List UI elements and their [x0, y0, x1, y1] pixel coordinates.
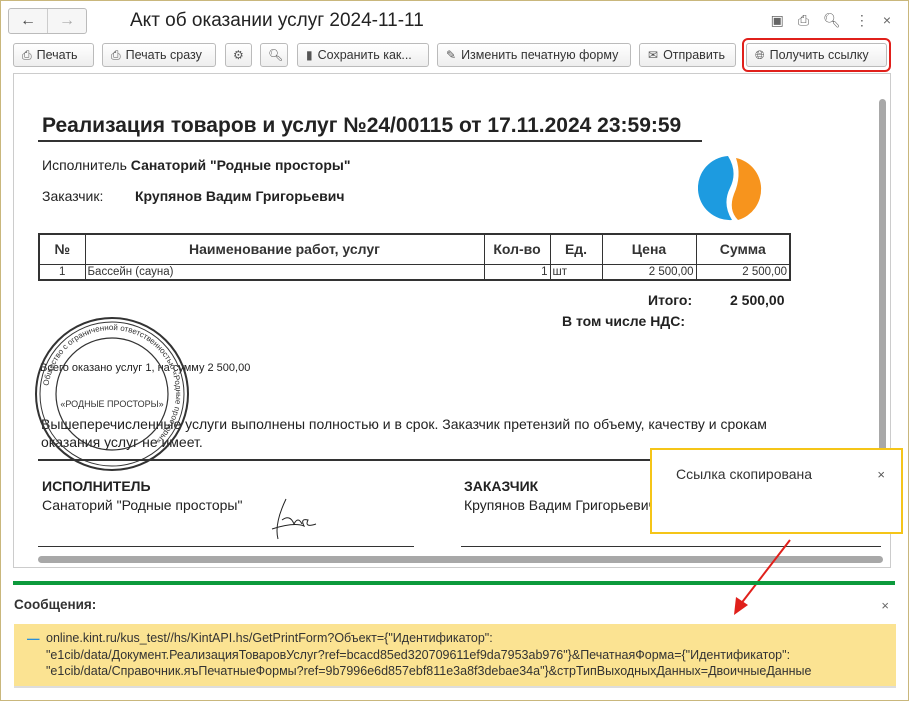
stamp-center-text: «РОДНЫЕ ПРОСТОРЫ» — [60, 399, 163, 409]
edit-print-form-button[interactable]: ✎ Изменить печатную форму — [437, 43, 631, 67]
highlight-box — [742, 38, 891, 72]
message-marker-icon: — — [27, 632, 40, 646]
printer-icon: ⎙ — [22, 47, 32, 62]
heading-underline — [38, 140, 702, 142]
messages-close-icon[interactable]: × — [881, 598, 889, 613]
nav-buttons: ← → — [8, 8, 87, 34]
col-price: Цена — [601, 233, 697, 265]
message-line: "e1cib/data/Документ.РеализацияТоваровУс… — [46, 647, 791, 662]
edit-form-label: Изменить печатную форму — [461, 48, 619, 62]
signature — [271, 498, 317, 540]
red-arrow-annotation — [734, 539, 791, 615]
send-button[interactable]: ✉ Отправить — [639, 43, 736, 67]
executor-sign-line — [38, 546, 414, 547]
total-value: 2 500,00 — [730, 292, 785, 308]
col-number: № — [38, 233, 86, 265]
executor-sign-title: ИСПОЛНИТЕЛЬ — [42, 478, 151, 494]
table-row: 1 Бассейн (сауна) 1 шт 2 500,00 2 500,00 — [38, 263, 791, 281]
cell-sum: 2 500,00 — [695, 263, 791, 281]
company-logo — [698, 156, 762, 221]
preview-button[interactable]: 🔍︎ — [260, 43, 288, 67]
cell-qty: 1 — [483, 263, 551, 281]
link-copied-toast: Ссылка скопирована × — [650, 448, 903, 534]
document-heading: Реализация товаров и услуг №24/00115 от … — [42, 114, 682, 137]
settings-doc-button[interactable]: ⚙ — [225, 43, 252, 67]
back-button[interactable]: ← — [9, 9, 47, 33]
cell-unit: шт — [549, 263, 603, 281]
col-name: Наименование работ, услуг — [84, 233, 485, 265]
print-icon[interactable]: ⎙ — [798, 12, 809, 29]
col-sum: Сумма — [695, 233, 791, 265]
executor-value: Санаторий "Родные просторы" — [130, 157, 351, 173]
print-button[interactable]: ⎙ Печать — [13, 43, 94, 67]
vat-label: В том числе НДС: — [562, 313, 686, 329]
close-icon[interactable]: × — [883, 12, 891, 29]
more-icon[interactable]: ⋮ — [855, 12, 869, 29]
message-item[interactable]: — online.kint.ru/kus_test//hs/KintAPI.hs… — [14, 624, 896, 688]
executor-sign-name: Санаторий "Родные просторы" — [42, 497, 243, 513]
services-table: № Наименование работ, услуг Кол-во Ед. Ц… — [38, 233, 791, 281]
printer-icon: ⎙ — [111, 47, 121, 62]
print-now-button[interactable]: ⎙ Печать сразу — [102, 43, 216, 67]
print-label: Печать — [36, 48, 78, 62]
document-search-icon: 🔍︎ — [268, 48, 284, 62]
toast-text: Ссылка скопирована — [676, 466, 813, 482]
customer-label: Заказчик: — [42, 188, 104, 204]
window-title: Акт об оказании услуг 2024-11-11 — [130, 10, 424, 31]
cell-name: Бассейн (сауна) — [84, 263, 485, 281]
preview-icon[interactable]: 🔍︎ — [823, 12, 841, 29]
pencil-icon: ✎ — [446, 48, 457, 62]
message-line: online.kint.ru/kus_test//hs/KintAPI.hs/G… — [46, 631, 493, 645]
panel-separator — [13, 581, 895, 585]
customer-sign-line — [461, 546, 881, 547]
save-as-button[interactable]: ▮ Сохранить как... — [297, 43, 429, 67]
toast-close-icon[interactable]: × — [877, 467, 885, 482]
col-qty: Кол-во — [483, 233, 551, 265]
col-unit: Ед. — [549, 233, 603, 265]
cell-number: 1 — [38, 263, 86, 281]
print-now-label: Печать сразу — [125, 48, 202, 62]
envelope-icon: ✉ — [648, 48, 659, 62]
total-label: Итого: — [648, 292, 693, 308]
company-stamp: Общество с ограниченной ответственностью… — [35, 317, 189, 471]
messages-title: Сообщения: — [14, 597, 97, 612]
customer-value: Крупянов Вадим Григорьевич — [135, 188, 345, 204]
message-line: "e1cib/data/Справочник.яъПечатныеФормы?r… — [46, 664, 812, 678]
send-label: Отправить — [663, 48, 726, 62]
customer-sign-name: Крупянов Вадим Григорьевич — [464, 497, 656, 513]
cell-price: 2 500,00 — [601, 263, 697, 281]
executor-label: Исполнитель — [42, 157, 127, 173]
customer-sign-title: ЗАКАЗЧИК — [464, 478, 539, 494]
document-gear-icon: ⚙ — [233, 48, 244, 62]
save-as-label: Сохранить как... — [317, 48, 412, 62]
floppy-icon: ▮ — [306, 48, 313, 62]
save-icon[interactable]: ▣ — [771, 12, 784, 29]
forward-button[interactable]: → — [47, 9, 86, 33]
